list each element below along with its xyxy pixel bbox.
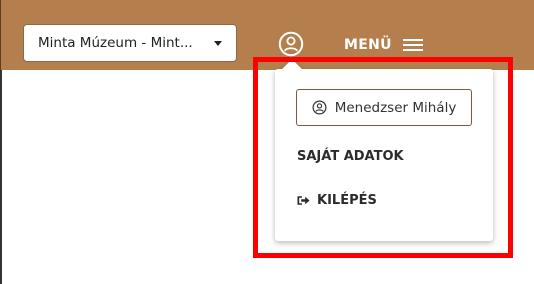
caret-down-icon [214,40,222,46]
menu-label: MENÜ [344,37,392,53]
main-menu-button[interactable]: MENÜ [344,34,423,56]
museum-select-value: Minta Múzeum - Mint... [38,35,193,51]
highlight-box [253,57,513,258]
museum-select[interactable]: Minta Múzeum - Mint... [23,24,237,62]
user-menu-button[interactable] [277,30,305,58]
user-circle-icon [278,31,304,57]
hamburger-icon [402,39,423,51]
